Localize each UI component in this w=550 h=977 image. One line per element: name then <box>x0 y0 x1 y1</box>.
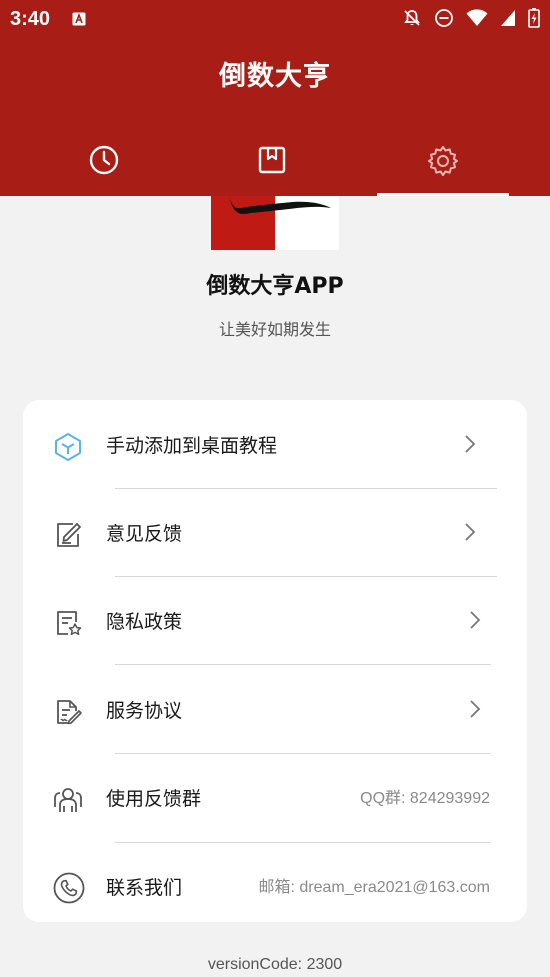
signal-icon <box>500 9 516 27</box>
app-tagline: 让美好如期发生 <box>218 320 331 339</box>
tab-selected-indicator <box>377 193 509 196</box>
menu-item-label: 使用反馈群 <box>106 788 202 810</box>
chevron-right-icon <box>468 608 482 632</box>
chevron-right-icon <box>463 432 477 456</box>
tab-bar <box>0 128 550 196</box>
version-code: versionCode: 2300 <box>207 956 343 973</box>
clock-icon <box>89 145 119 175</box>
menu-item-contact-us[interactable]: 联系我们 邮箱: dream_era2021@163.com <box>23 844 527 932</box>
bookmark-icon <box>258 146 286 174</box>
menu-item-service-agreement[interactable]: 服务协议 <box>23 667 527 755</box>
agreement-document-icon <box>53 697 83 727</box>
privacy-document-icon <box>53 608 83 638</box>
app-logo <box>211 196 339 250</box>
menu-item-label: 手动添加到桌面教程 <box>106 435 278 457</box>
menu-item-feedback-group[interactable]: 使用反馈群 QQ群: 824293992 <box>23 755 527 843</box>
menu-item-label: 隐私政策 <box>106 611 183 633</box>
menu-item-label: 意见反馈 <box>106 523 183 545</box>
gear-icon <box>428 146 458 176</box>
page-title: 倒数大亨 <box>219 61 331 92</box>
tab-countdown[interactable] <box>38 128 170 196</box>
wifi-icon <box>466 9 488 27</box>
tab-settings[interactable] <box>377 128 509 196</box>
chevron-right-icon <box>463 520 477 544</box>
divider <box>115 488 497 489</box>
menu-item-label: 联系我们 <box>106 877 183 899</box>
divider <box>115 576 497 577</box>
qq-group-number: QQ群: 824293992 <box>360 790 490 807</box>
do-not-disturb-icon <box>434 8 454 28</box>
settings-menu-card: 手动添加到桌面教程 意见反馈 隐私政策 服务协议 使用反馈群 QQ群: 8242… <box>23 400 527 922</box>
menu-item-add-to-desktop[interactable]: 手动添加到桌面教程 <box>23 402 527 490</box>
tab-bookmarks[interactable] <box>206 128 338 196</box>
app-header: 3:40 倒数大亨 <box>0 0 550 196</box>
cube-icon <box>53 432 83 462</box>
menu-item-feedback[interactable]: 意见反馈 <box>23 490 527 578</box>
feedback-edit-icon <box>53 520 83 550</box>
menu-item-label: 服务协议 <box>106 700 183 722</box>
divider <box>115 753 491 754</box>
menu-item-privacy-policy[interactable]: 隐私政策 <box>23 578 527 666</box>
group-icon <box>53 785 83 815</box>
divider <box>115 664 491 665</box>
notifications-off-icon <box>402 8 422 28</box>
a-notification-icon <box>72 11 86 26</box>
chevron-right-icon <box>468 697 482 721</box>
phone-icon <box>53 872 85 904</box>
app-name: 倒数大亨APP <box>206 274 344 299</box>
battery-charging-icon <box>528 8 540 28</box>
status-time: 3:40 <box>10 8 51 30</box>
status-bar: 3:40 <box>0 0 550 38</box>
divider <box>115 842 491 843</box>
contact-email: 邮箱: dream_era2021@163.com <box>258 879 490 896</box>
